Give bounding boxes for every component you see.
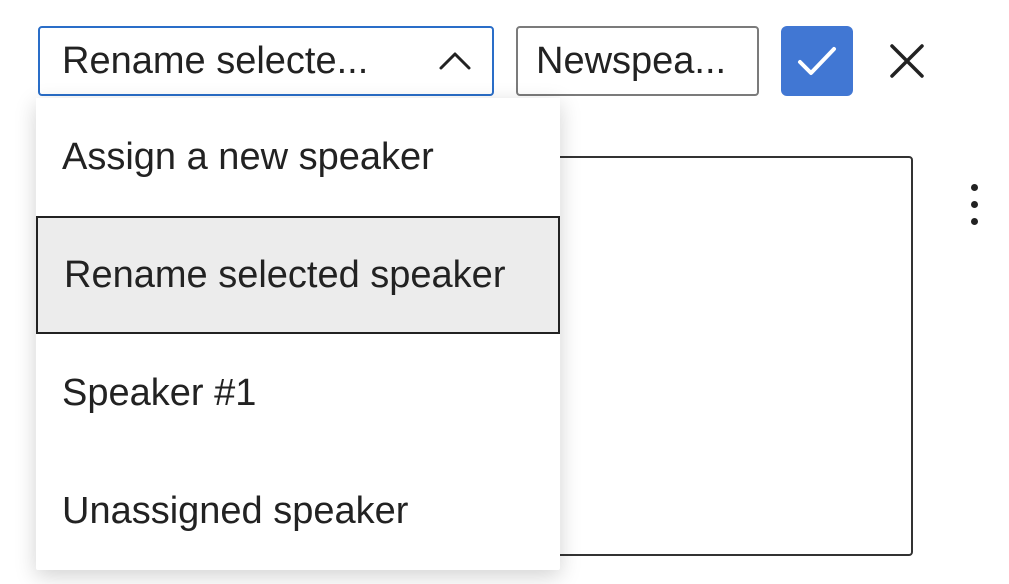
- close-icon: [887, 41, 927, 81]
- dropdown-selected-label: Rename selecte...: [62, 40, 368, 83]
- menu-item-label: Speaker #1: [62, 372, 256, 415]
- menu-item-label: Unassigned speaker: [62, 490, 408, 533]
- speaker-action-menu: Assign a new speaker Rename selected spe…: [36, 98, 560, 570]
- close-button[interactable]: [879, 33, 935, 89]
- dot-icon: [971, 184, 978, 191]
- menu-item-unassigned-speaker[interactable]: Unassigned speaker: [36, 452, 560, 570]
- menu-item-label: Assign a new speaker: [62, 136, 434, 179]
- menu-item-rename-selected-speaker[interactable]: Rename selected speaker: [36, 216, 560, 334]
- menu-item-speaker-1[interactable]: Speaker #1: [36, 334, 560, 452]
- speaker-action-dropdown[interactable]: Rename selecte...: [38, 26, 494, 96]
- speaker-name-input[interactable]: Newspea...: [516, 26, 759, 96]
- more-vertical-icon[interactable]: [960, 176, 988, 232]
- dot-icon: [971, 201, 978, 208]
- chevron-up-icon: [438, 44, 472, 78]
- speaker-name-value: Newspea...: [536, 40, 726, 83]
- check-icon: [795, 43, 839, 79]
- confirm-button[interactable]: [781, 26, 853, 96]
- menu-item-label: Rename selected speaker: [64, 254, 505, 297]
- menu-item-assign-new-speaker[interactable]: Assign a new speaker: [36, 98, 560, 216]
- dot-icon: [971, 218, 978, 225]
- speaker-toolbar: Rename selecte... Newspea...: [38, 26, 935, 96]
